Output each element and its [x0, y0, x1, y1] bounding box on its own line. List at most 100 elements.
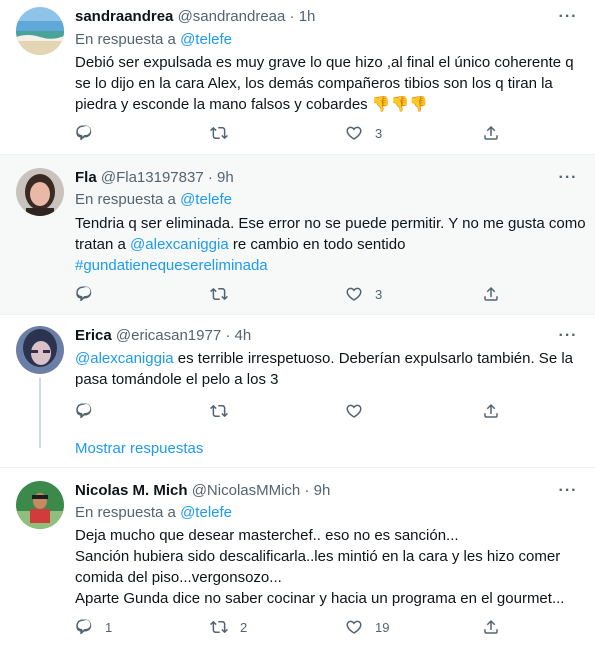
reply-button[interactable] — [75, 123, 105, 143]
hashtag-link[interactable]: #gundatienequesereliminada — [75, 255, 580, 276]
tweet-header: Erica @ericasan1977 · 4h — [75, 326, 251, 346]
avatar[interactable] — [16, 168, 64, 216]
tweet[interactable]: Fla @Fla13197837 · 9h ··· En respuesta a… — [0, 155, 595, 315]
heart-icon — [346, 126, 362, 140]
tweet-header: sandraandrea @sandrandreaa · 1h — [75, 7, 315, 27]
like-button[interactable] — [345, 401, 375, 421]
share-button[interactable] — [482, 284, 500, 304]
avatar[interactable] — [16, 326, 64, 374]
share-icon — [484, 286, 498, 301]
tweet-text-line: Sanción hubiera sido descalificarla..les… — [75, 548, 561, 565]
more-options-icon[interactable]: ··· — [557, 328, 579, 349]
tweet-text-line: tratan a @alexcaniggia re cambio en todo… — [75, 234, 580, 255]
more-options-icon[interactable]: ··· — [557, 9, 579, 30]
tweet-time[interactable]: 9h — [314, 482, 331, 499]
user-handle[interactable]: @Fla13197837 — [101, 169, 204, 186]
reply-button[interactable] — [75, 284, 105, 304]
user-name[interactable]: sandraandrea — [75, 8, 173, 25]
separator-dot: · — [207, 169, 213, 186]
like-button[interactable]: 19 — [345, 617, 389, 637]
text-fragment: re cambio en todo sentido — [228, 236, 406, 253]
like-button[interactable]: 3 — [345, 284, 382, 304]
tweet-text-line: comida del piso...vergonsozo... — [75, 569, 282, 586]
thread-line — [39, 378, 41, 448]
tweet-text: Deja mucho que desear masterchef.. eso n… — [75, 525, 580, 609]
reply-icon — [76, 403, 92, 419]
share-button[interactable] — [482, 123, 500, 143]
user-name[interactable]: Nicolas M. Mich — [75, 482, 188, 499]
retweet-icon — [210, 404, 228, 418]
tweet-text-line: Aparte Gunda dice no saber cocinar y hac… — [75, 590, 565, 607]
tweet-text: Debió ser expulsada es muy grave lo que … — [75, 52, 580, 115]
reply-count: 1 — [105, 619, 113, 635]
tweet[interactable]: Nicolas M. Mich @NicolasMMich · 9h ··· E… — [0, 468, 595, 657]
retweet-button[interactable] — [210, 284, 240, 304]
user-name[interactable]: Fla — [75, 169, 97, 186]
reply-to-link[interactable]: @telefe — [180, 31, 232, 48]
user-handle[interactable]: @sandrandreaa — [178, 8, 286, 25]
reply-icon — [76, 286, 92, 302]
share-icon — [484, 619, 498, 634]
tweet-time[interactable]: 4h — [235, 327, 252, 344]
reply-button[interactable] — [75, 401, 105, 421]
reply-to-link[interactable]: @telefe — [180, 191, 232, 208]
like-count: 3 — [375, 286, 383, 302]
retweet-icon — [210, 620, 228, 634]
tweet-time[interactable]: 1h — [299, 8, 316, 25]
separator-dot: · — [289, 8, 295, 25]
tweet-actions: 1 2 19 — [75, 617, 515, 637]
tweet-text-line: Debió ser expulsada es muy grave lo que … — [75, 54, 574, 71]
tweet[interactable]: Erica @ericasan1977 · 4h ··· @alexcanigg… — [0, 315, 595, 468]
tweet-text-line: Tendria q ser eliminada. Ese error no se… — [75, 215, 586, 232]
tweet-actions: 3 — [75, 123, 515, 143]
tweet-text: Tendria q ser eliminada. Ese error no se… — [75, 213, 586, 276]
tweet-text-line: Deja mucho que desear masterchef.. eso n… — [75, 527, 459, 544]
retweet-count: 2 — [240, 619, 248, 635]
tweet-actions: 3 — [75, 284, 515, 304]
user-name[interactable]: Erica — [75, 327, 112, 344]
retweet-button[interactable] — [210, 401, 240, 421]
tweet-text: @alexcaniggia es terrible irrespetuoso. … — [75, 348, 580, 390]
reply-icon — [76, 619, 92, 635]
text-fragment: es terrible irrespetuoso. Deberían expul… — [173, 350, 573, 367]
separator-dot: · — [225, 327, 231, 344]
reply-icon — [76, 125, 92, 141]
reply-prefix: En respuesta a — [75, 31, 176, 48]
more-options-icon[interactable]: ··· — [557, 170, 579, 191]
tweet[interactable]: sandraandrea @sandrandreaa · 1h ··· En r… — [0, 0, 595, 155]
tweet-actions — [75, 401, 515, 421]
user-handle[interactable]: @NicolasMMich — [192, 482, 301, 499]
avatar[interactable] — [16, 7, 64, 55]
like-button[interactable]: 3 — [345, 123, 382, 143]
share-button[interactable] — [482, 617, 500, 637]
tweet-header: Fla @Fla13197837 · 9h — [75, 168, 234, 188]
share-button[interactable] — [482, 401, 500, 421]
reply-context: En respuesta a @telefe — [75, 30, 232, 50]
retweet-button[interactable]: 2 — [210, 617, 247, 637]
reply-context: En respuesta a @telefe — [75, 190, 232, 210]
tweet-header: Nicolas M. Mich @NicolasMMich · 9h — [75, 481, 330, 501]
reply-context: En respuesta a @telefe — [75, 503, 232, 523]
text-fragment: tratan a — [75, 236, 131, 253]
reply-to-link[interactable]: @telefe — [180, 504, 232, 521]
tweet-time[interactable]: 9h — [217, 169, 234, 186]
heart-icon — [346, 287, 362, 301]
reply-prefix: En respuesta a — [75, 191, 176, 208]
reply-prefix: En respuesta a — [75, 504, 176, 521]
mention-link[interactable]: @alexcaniggia — [130, 236, 229, 253]
separator-dot: · — [304, 482, 310, 499]
retweet-icon — [210, 126, 228, 140]
avatar[interactable] — [16, 481, 64, 529]
tweet-text-line: piedra y esconde la mano falsos y cobard… — [75, 96, 428, 113]
show-replies-link[interactable]: Mostrar respuestas — [75, 439, 203, 459]
tweet-text-line: pasa tomándole el pelo a los 3 — [75, 371, 279, 388]
mention-link[interactable]: @alexcaniggia — [75, 350, 174, 367]
tweet-text-line: se lo dijo en la cara Alex, los demás co… — [75, 75, 553, 92]
more-options-icon[interactable]: ··· — [557, 483, 579, 504]
reply-button[interactable]: 1 — [75, 617, 112, 637]
retweet-icon — [210, 287, 228, 301]
share-icon — [484, 403, 498, 418]
heart-icon — [346, 620, 362, 634]
user-handle[interactable]: @ericasan1977 — [116, 327, 221, 344]
retweet-button[interactable] — [210, 123, 240, 143]
